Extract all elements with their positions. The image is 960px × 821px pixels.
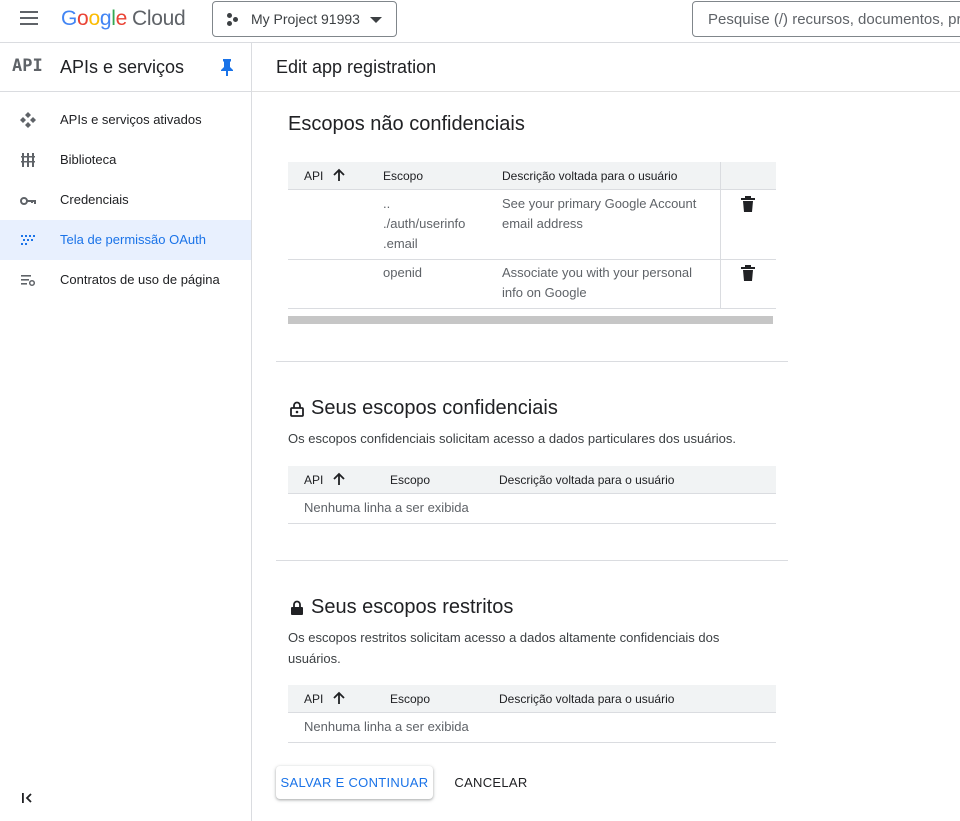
arrow-up-icon[interactable] xyxy=(332,472,346,486)
nonsensitive-scopes-table: API Escopo Descrição voltada para o usuá… xyxy=(288,162,776,309)
caret-down-icon xyxy=(370,17,382,23)
empty-table-message: Nenhuma linha a ser exibida xyxy=(304,500,469,515)
column-divider xyxy=(720,162,721,308)
lock-icon xyxy=(291,600,303,615)
empty-table-message: Nenhuma linha a ser exibida xyxy=(304,719,469,734)
section-divider xyxy=(276,560,788,561)
project-icon xyxy=(227,13,241,27)
apis-icon xyxy=(20,112,36,128)
pin-icon[interactable] xyxy=(219,58,235,76)
sensitive-scopes-description: Os escopos confidenciais solicitam acess… xyxy=(288,431,737,446)
column-header-description: Descrição voltada para o usuário xyxy=(499,473,675,487)
column-header-scope: Escopo xyxy=(390,473,431,487)
search-input[interactable] xyxy=(693,2,960,36)
top-bar: Google Cloud My Project 91993 xyxy=(0,0,960,43)
save-and-continue-button[interactable]: SALVAR E CONTINUAR xyxy=(276,766,433,799)
scope-cell: openid xyxy=(383,265,423,280)
cancel-button[interactable]: CANCELAR xyxy=(446,766,536,799)
scope-cell: .. ./auth/userinfo .email xyxy=(383,196,466,251)
library-icon xyxy=(21,153,35,167)
collapse-sidebar-icon[interactable] xyxy=(18,790,38,806)
restricted-scopes-table: API Escopo Descrição voltada para o usuá… xyxy=(288,685,776,743)
oauth-consent-icon xyxy=(21,235,35,245)
restricted-scopes-description: Os escopos restritos solicitam acesso a … xyxy=(288,630,720,666)
nonsensitive-scopes-title: Escopos não confidenciais xyxy=(288,113,525,135)
sidebar-header: API APIs e serviços xyxy=(0,43,251,92)
delete-icon[interactable] xyxy=(740,195,756,213)
sidebar-title: APIs e serviços xyxy=(60,57,185,77)
sidebar: API APIs e serviços APIs e serviços ativ… xyxy=(0,43,252,821)
sidebar-item-page-usage[interactable]: Contratos de uso de página xyxy=(0,260,251,300)
lock-open-icon xyxy=(290,401,304,417)
sensitive-scopes-table: API Escopo Descrição voltada para o usuá… xyxy=(288,466,776,524)
column-header-api[interactable]: API xyxy=(304,473,323,487)
project-selector[interactable]: My Project 91993 xyxy=(212,1,397,37)
sensitive-scopes-title: Seus escopos confidenciais xyxy=(311,397,558,419)
column-header-api[interactable]: API xyxy=(304,169,323,183)
search-box[interactable] xyxy=(692,1,960,37)
row-divider xyxy=(288,259,776,260)
sidebar-item-credentials[interactable]: Credenciais xyxy=(0,180,251,220)
sidebar-item-oauth-consent[interactable]: Tela de permissão OAuth xyxy=(0,220,251,260)
description-cell: Associate you with your personal info on… xyxy=(502,265,693,300)
project-name: My Project 91993 xyxy=(251,11,360,27)
row-divider xyxy=(288,523,776,524)
sidebar-item-apis-enabled[interactable]: APIs e serviços ativados xyxy=(0,100,251,140)
description-cell: See your primary Google Account email ad… xyxy=(502,196,697,231)
delete-icon[interactable] xyxy=(740,264,756,282)
restricted-scopes-title: Seus escopos restritos xyxy=(311,596,514,618)
page-usage-icon xyxy=(21,275,36,287)
column-header-description: Descrição voltada para o usuário xyxy=(502,169,678,183)
column-header-scope: Escopo xyxy=(390,692,431,706)
key-icon xyxy=(20,197,36,205)
column-header-scope: Escopo xyxy=(383,169,424,183)
row-divider xyxy=(288,742,776,743)
menu-icon[interactable] xyxy=(16,7,44,31)
column-header-api[interactable]: API xyxy=(304,692,323,706)
arrow-up-icon[interactable] xyxy=(332,691,346,705)
google-cloud-logo[interactable]: Google Cloud xyxy=(61,7,186,31)
sidebar-item-library[interactable]: Biblioteca xyxy=(0,140,251,180)
column-header-description: Descrição voltada para o usuário xyxy=(499,692,675,706)
page-header: Edit app registration xyxy=(252,43,960,92)
row-divider xyxy=(288,308,776,309)
api-logo-icon: API xyxy=(12,56,43,76)
horizontal-scrollbar[interactable] xyxy=(288,316,773,324)
section-divider xyxy=(276,361,788,362)
arrow-up-icon[interactable] xyxy=(332,168,346,182)
page-title: Edit app registration xyxy=(276,57,437,77)
